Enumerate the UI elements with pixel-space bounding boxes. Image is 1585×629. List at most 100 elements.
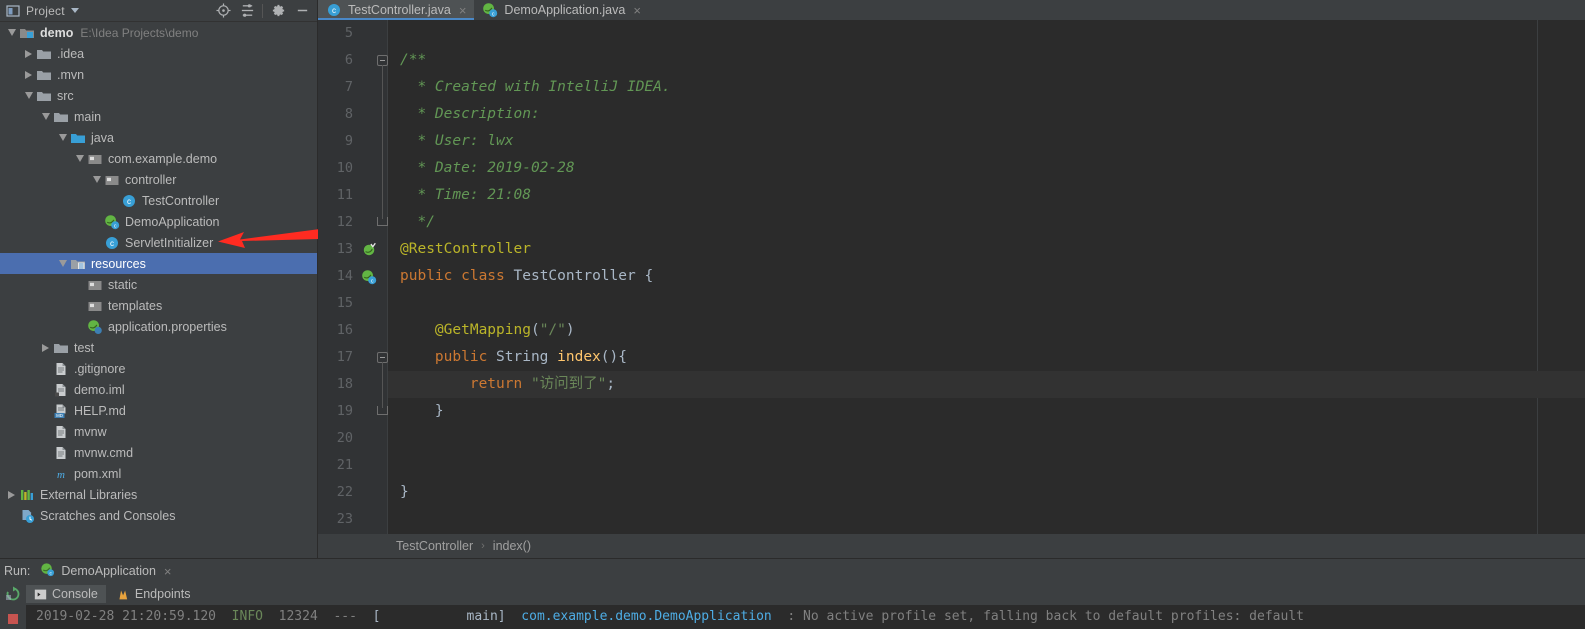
tree-node-idea[interactable]: .idea: [0, 43, 317, 64]
breadcrumb-item[interactable]: index(): [493, 539, 531, 553]
tree-node-templates[interactable]: templates: [0, 295, 317, 316]
tree-node-main[interactable]: main: [0, 106, 317, 127]
code-editor[interactable]: 5 6 7 8 9 10 11 12 13 14 c 15 16 17 18 19 20 21 22 23 /** *…: [318, 20, 1585, 534]
minimize-icon[interactable]: [291, 1, 313, 21]
editor-tab-testcontroller-java[interactable]: c TestController.java ×: [318, 0, 475, 20]
line-number: 9: [344, 133, 353, 149]
tree-node-controller[interactable]: controller: [0, 169, 317, 190]
tree-node-label: .idea: [57, 46, 85, 61]
tree-node-gitignore[interactable]: .gitignore: [0, 358, 317, 379]
tree-node-label: templates: [108, 298, 163, 313]
code-line-17[interactable]: public String index(){: [388, 344, 1585, 371]
code-line-13[interactable]: @RestController: [388, 236, 1585, 263]
breadcrumb-item[interactable]: TestController: [396, 539, 473, 553]
chevron-down-icon[interactable]: [55, 127, 70, 148]
chevron-down-icon[interactable]: [4, 22, 19, 43]
tree-node-demo[interactable]: demo E:\Idea Projects\demo: [0, 22, 317, 43]
console-output[interactable]: 2019-02-28 21:20:59.120 INFO 12324 --- […: [26, 605, 1585, 629]
tree-node-mvn[interactable]: .mvn: [0, 64, 317, 85]
spring-bean-icon[interactable]: [360, 236, 378, 263]
file-icon: [53, 445, 69, 461]
code-line-5[interactable]: [388, 20, 1585, 47]
code-line-23[interactable]: [388, 506, 1585, 533]
log-message: : No active profile set, falling back to…: [787, 609, 1304, 624]
code-line-21[interactable]: [388, 452, 1585, 479]
log-level: INFO: [231, 609, 263, 624]
code-line-19[interactable]: }: [388, 398, 1585, 425]
libraries-icon: [19, 487, 35, 503]
code-token: public: [434, 349, 497, 365]
tree-node-static[interactable]: static: [0, 274, 317, 295]
tree-node-testcontroller[interactable]: c TestController: [0, 190, 317, 211]
chevron-down-icon[interactable]: [38, 106, 53, 127]
chevron-down-icon[interactable]: [89, 169, 104, 190]
tree-node-mvnw[interactable]: mvnw: [0, 421, 317, 442]
editor-gutter[interactable]: 5 6 7 8 9 10 11 12 13 14 c 15 16 17 18 19 20 21 22 23: [318, 20, 388, 534]
close-icon[interactable]: ×: [164, 565, 172, 578]
run-tab-label: Endpoints: [134, 587, 191, 601]
chevron-down-icon[interactable]: [72, 148, 87, 169]
code-token: class: [461, 268, 514, 284]
rerun-icon[interactable]: [5, 586, 21, 607]
code-token: /**: [400, 52, 427, 68]
code-line-18[interactable]: return "访问到了";: [388, 371, 1585, 398]
fold-region-guide: [382, 362, 383, 408]
code-line-16[interactable]: @GetMapping("/"): [388, 317, 1585, 344]
chevron-right-icon[interactable]: [21, 43, 36, 64]
code-line-7[interactable]: * Created with IntelliJ IDEA.: [388, 74, 1585, 101]
tree-node-test[interactable]: test: [0, 337, 317, 358]
tree-node-com-example-demo[interactable]: com.example.demo: [0, 148, 317, 169]
code-line-14[interactable]: public class TestController {: [388, 263, 1585, 290]
chevron-right-icon[interactable]: [38, 337, 53, 358]
svg-text:MD: MD: [56, 413, 63, 418]
code-line-11[interactable]: * Time: 21:08: [388, 182, 1585, 209]
tree-node-help-md[interactable]: MD HELP.md: [0, 400, 317, 421]
chevron-down-icon[interactable]: [70, 8, 79, 13]
editor-tab-demoapplication-java[interactable]: c DemoApplication.java ×: [474, 0, 649, 20]
code-line-6[interactable]: /**: [388, 47, 1585, 74]
breadcrumb[interactable]: TestController › index(): [318, 534, 1585, 558]
tree-node-demoapplication[interactable]: c DemoApplication: [0, 211, 317, 232]
run-configuration-tab[interactable]: c DemoApplication ×: [40, 562, 172, 580]
chevron-down-icon[interactable]: [55, 253, 70, 274]
chevron-right-icon[interactable]: [21, 64, 36, 85]
code-line-10[interactable]: * Date: 2019-02-28: [388, 155, 1585, 182]
settings-gear-icon[interactable]: [267, 1, 289, 21]
tree-node-java[interactable]: java: [0, 127, 317, 148]
run-tab-endpoints[interactable]: Endpoints: [109, 585, 199, 603]
chevron-right-icon[interactable]: [4, 484, 19, 505]
collapse-all-icon[interactable]: [236, 1, 258, 21]
project-panel-header: Project: [0, 0, 317, 22]
project-tree[interactable]: demo E:\Idea Projects\demo .idea .mvn src mai…: [0, 22, 317, 558]
tree-node-servletinitializer[interactable]: c ServletInitializer: [0, 232, 317, 253]
code-line-12[interactable]: */: [388, 209, 1585, 236]
tree-node-pom-xml[interactable]: m pom.xml: [0, 463, 317, 484]
stop-icon[interactable]: [5, 612, 21, 629]
locate-icon[interactable]: [212, 1, 234, 21]
package-icon: [87, 298, 103, 314]
spring-class-icon[interactable]: c: [360, 263, 378, 290]
close-icon[interactable]: ×: [633, 4, 641, 17]
code-line-9[interactable]: * User: lwx: [388, 128, 1585, 155]
code-content[interactable]: /** * Created with IntelliJ IDEA. * Desc…: [388, 20, 1585, 534]
tree-node-application-properties[interactable]: application.properties: [0, 316, 317, 337]
code-line-8[interactable]: * Description:: [388, 101, 1585, 128]
close-icon[interactable]: ×: [459, 4, 467, 17]
code-line-22[interactable]: }: [388, 479, 1585, 506]
tree-node-src[interactable]: src: [0, 85, 317, 106]
tree-node-external-libraries[interactable]: External Libraries: [0, 484, 317, 505]
tree-node-demo-iml[interactable]: demo.iml: [0, 379, 317, 400]
chevron-down-icon[interactable]: [21, 85, 36, 106]
tree-node-resources[interactable]: resources: [0, 253, 317, 274]
run-tool-window: Run: c DemoApplication × Console Endpoin…: [0, 558, 1585, 629]
run-tab-console[interactable]: Console: [26, 585, 106, 603]
code-line-20[interactable]: [388, 425, 1585, 452]
tree-node-mvnw-cmd[interactable]: mvnw.cmd: [0, 442, 317, 463]
tree-node-scratches-and-consoles[interactable]: Scratches and Consoles: [0, 505, 317, 526]
code-token: TestController: [513, 268, 645, 284]
code-line-15[interactable]: [388, 290, 1585, 317]
